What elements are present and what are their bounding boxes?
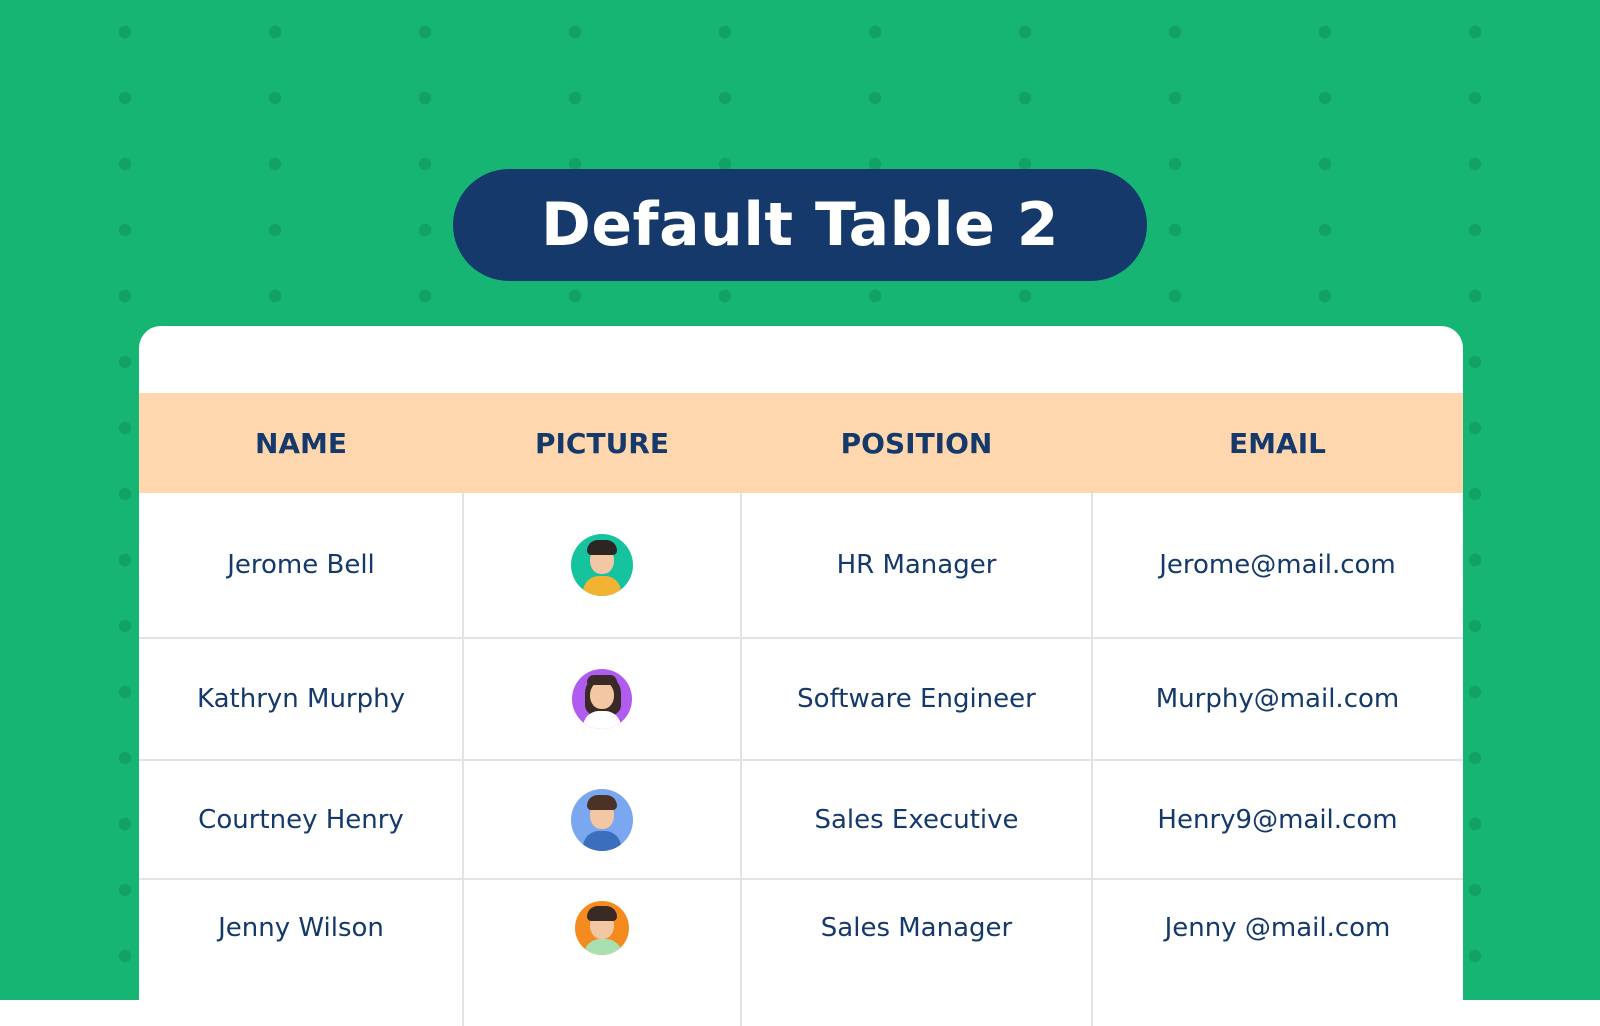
table-row: Jenny Wilson Sales Manager Jenny @mail.c…: [139, 880, 1463, 1026]
title-banner: Default Table 2: [453, 169, 1147, 281]
cell-email: Henry9@mail.com: [1157, 804, 1398, 835]
page-title: Default Table 2: [541, 190, 1059, 260]
column-divider: [462, 493, 464, 1026]
cell-email: Jenny @mail.com: [1164, 913, 1391, 943]
table-card: NAME PICTURE POSITION EMAIL Jerome Bell …: [139, 326, 1463, 1026]
column-divider: [740, 493, 742, 1026]
header-picture: PICTURE: [534, 426, 669, 460]
table-row: Courtney Henry Sales Executive Henry9@ma…: [139, 761, 1463, 880]
header-position: POSITION: [840, 426, 993, 460]
header-name: NAME: [254, 426, 348, 460]
male-avatar-icon: [571, 534, 633, 596]
cell-picture: [463, 761, 741, 878]
cell-email: Murphy@mail.com: [1155, 684, 1400, 714]
cell-position: Sales Manager: [820, 913, 1013, 943]
cell-name: Jenny Wilson: [218, 913, 384, 943]
cell-picture: [463, 880, 741, 976]
cell-name: Jerome Bell: [227, 550, 375, 580]
table-row: Kathryn Murphy Software Engineer Murphy@…: [139, 639, 1463, 761]
header-email: EMAIL: [1229, 426, 1326, 460]
female-avatar-icon: [572, 669, 632, 729]
column-divider: [1091, 493, 1093, 1026]
cell-position: Software Engineer: [797, 684, 1036, 714]
cell-position: Sales Executive: [814, 804, 1019, 835]
cell-picture: [463, 493, 741, 637]
cell-email: Jerome@mail.com: [1159, 550, 1396, 580]
table-header-row: NAME PICTURE POSITION EMAIL: [139, 393, 1463, 493]
cell-name: Courtney Henry: [198, 804, 404, 835]
cell-picture: [463, 639, 741, 759]
male-avatar-icon: [571, 788, 633, 851]
table-row: Jerome Bell HR Manager Jerome@mail.com: [139, 493, 1463, 639]
cell-name: Kathryn Murphy: [197, 684, 405, 714]
male-avatar-icon: [575, 901, 629, 955]
cell-position: HR Manager: [836, 550, 997, 580]
